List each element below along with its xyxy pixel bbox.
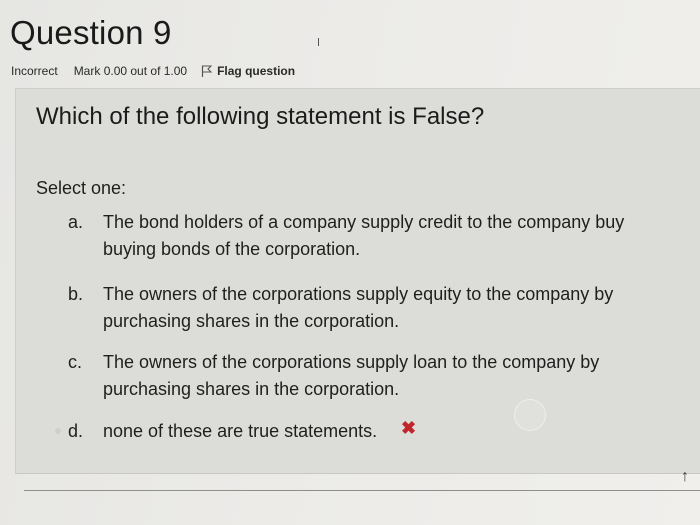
option-letter: a. bbox=[68, 212, 84, 232]
question-text: Which of the following statement is Fals… bbox=[36, 103, 485, 130]
mark-label: Mark 0.00 out of 1.00 bbox=[73, 64, 188, 78]
option-text: The owners of the corporations supply eq… bbox=[103, 284, 614, 331]
flag-icon bbox=[201, 65, 213, 77]
arrow-up-icon[interactable]: ↑ bbox=[681, 468, 689, 486]
question-number: Question 9 bbox=[10, 14, 172, 51]
flag-question-label: Flag question bbox=[217, 64, 296, 78]
option-text: The owners of the corporations supply lo… bbox=[103, 352, 600, 399]
question-info: Incorrect Mark 0.00 out of 1.00 Flag que… bbox=[11, 64, 295, 78]
text-cursor-mark bbox=[318, 38, 319, 46]
quiz-page: Question 9 Incorrect Mark 0.00 out of 1.… bbox=[0, 0, 700, 525]
question-panel: Which of the following statement is Fals… bbox=[15, 88, 700, 474]
option-letter: c. bbox=[68, 352, 83, 372]
option-text: The bond holders of a company supply cre… bbox=[103, 212, 625, 259]
screen-glare bbox=[514, 399, 546, 431]
bottom-divider bbox=[24, 490, 700, 491]
incorrect-cross-icon: ✖ bbox=[401, 418, 417, 438]
option-letter: d. bbox=[68, 421, 84, 441]
answer-prompt: Select one: bbox=[36, 178, 127, 198]
option-text: none of these are true statements. bbox=[103, 421, 378, 441]
flag-question-button[interactable]: Flag question bbox=[201, 64, 295, 78]
grade-status: Incorrect bbox=[11, 64, 58, 78]
option-letter: b. bbox=[68, 284, 84, 304]
option-d-radio[interactable] bbox=[55, 428, 61, 434]
